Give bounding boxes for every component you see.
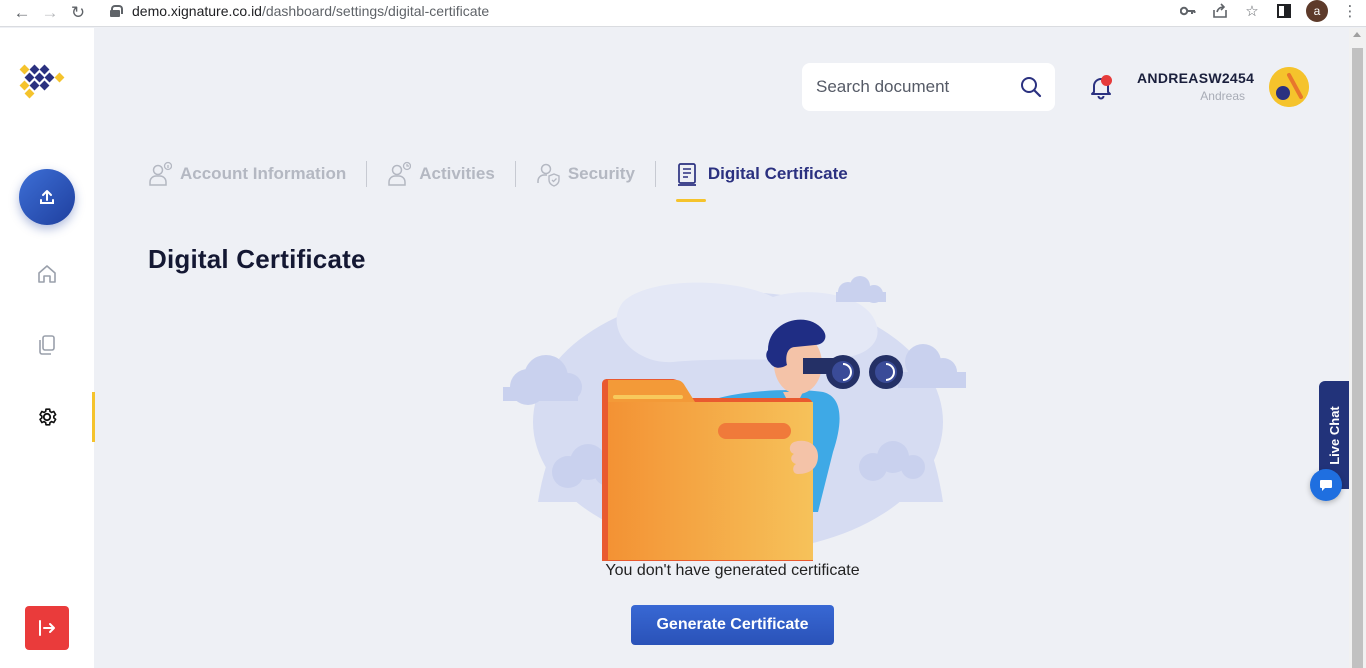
scrollbar-thumb[interactable] [1352, 48, 1363, 668]
xignature-logo[interactable] [18, 62, 68, 102]
generate-certificate-button[interactable]: Generate Certificate [631, 605, 834, 645]
logout-icon [39, 620, 55, 636]
live-chat-label: Live Chat [1326, 405, 1342, 465]
tab-digital-certificate[interactable]: Digital Certificate [675, 159, 848, 202]
user-display-name: Andreas [1200, 89, 1245, 103]
tab-divider [366, 161, 368, 187]
home-icon[interactable] [33, 260, 61, 288]
user-avatar[interactable] [1269, 67, 1309, 107]
settings-tabs: Account Information Activities Security … [148, 152, 848, 202]
sidebar-active-indicator [92, 392, 95, 442]
page-scrollbar[interactable] [1349, 28, 1366, 668]
browser-menu-icon[interactable]: ⋮ [1334, 2, 1366, 20]
share-icon[interactable] [1204, 3, 1236, 19]
chat-bubble-button[interactable] [1310, 469, 1342, 501]
tab-label: Account Information [180, 164, 347, 183]
username[interactable]: ANDREASW2454 [1137, 70, 1254, 86]
notification-badge [1101, 75, 1112, 86]
user-shield-icon [537, 163, 560, 187]
sidebar [0, 28, 95, 668]
key-icon[interactable] [1172, 5, 1204, 17]
search-icon[interactable] [1019, 75, 1043, 99]
back-arrow-icon[interactable]: ← [8, 2, 36, 24]
url-domain: demo.xignature.co.id [132, 3, 262, 19]
url-path: /dashboard/settings/digital-certificate [261, 3, 490, 19]
upload-button[interactable] [19, 169, 75, 225]
tab-account-information[interactable]: Account Information [148, 159, 346, 189]
tab-activities[interactable]: Activities [387, 159, 495, 189]
tab-label: Activities [419, 164, 495, 183]
upload-icon [40, 190, 54, 204]
empty-state-message: You don't have generated certificate [605, 562, 860, 579]
reload-icon[interactable]: ↻ [64, 2, 92, 24]
forward-arrow-icon[interactable]: → [36, 2, 64, 24]
chat-icon [1320, 480, 1332, 491]
page-title: Digital Certificate [148, 244, 366, 274]
certificate-icon [677, 163, 696, 186]
browser-toolbar: ← → ↻ demo.xignature.co.id/dashboard/set… [0, 0, 1366, 27]
scroll-up-arrow-icon[interactable] [1353, 32, 1361, 37]
search-input[interactable] [816, 77, 1006, 97]
tab-label: Security [567, 164, 635, 183]
empty-state-illustration [503, 276, 966, 561]
browser-profile-avatar[interactable]: a [1306, 0, 1328, 22]
documents-icon[interactable] [33, 331, 61, 359]
tab-security[interactable]: Security [536, 159, 635, 189]
search-box [802, 63, 1055, 111]
settings-gear-icon[interactable] [33, 403, 61, 431]
lock-icon [110, 5, 123, 17]
user-activity-icon [388, 161, 412, 186]
side-panel-icon[interactable] [1268, 4, 1300, 18]
tab-divider [514, 161, 516, 187]
bookmark-star-icon[interactable]: ☆ [1236, 2, 1268, 20]
tab-label: Digital Certificate [707, 164, 848, 183]
user-info-icon [149, 161, 172, 186]
logout-button[interactable] [25, 606, 69, 650]
address-bar[interactable]: demo.xignature.co.id/dashboard/settings/… [110, 0, 489, 22]
tab-divider [654, 161, 656, 187]
